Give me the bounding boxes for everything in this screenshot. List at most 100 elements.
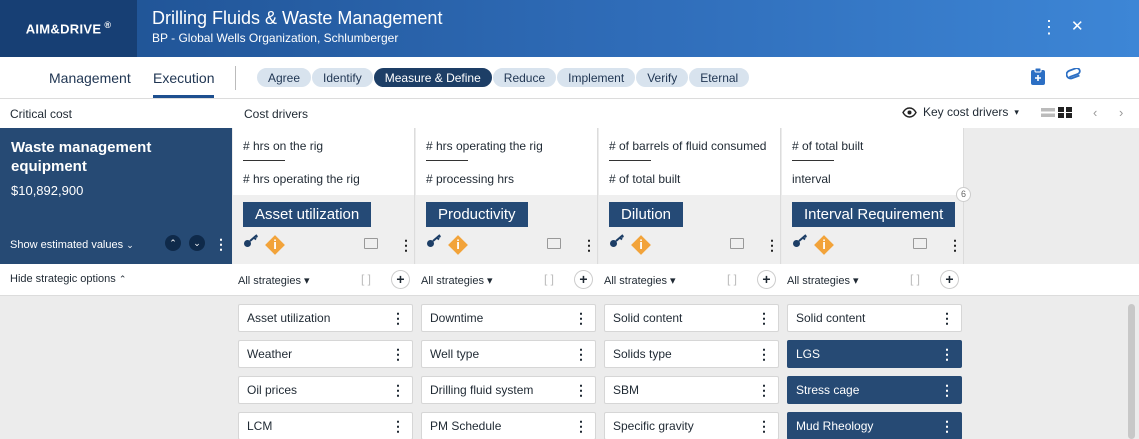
chevron-left-icon[interactable]: ‹ — [1093, 105, 1097, 120]
strategic-option-card[interactable]: Solid content ⋮ — [604, 304, 779, 332]
tab-execution[interactable]: Execution — [153, 70, 215, 98]
driver-name-label[interactable]: Asset utilization — [243, 202, 372, 227]
more-vertical-icon[interactable]: ⋮ — [214, 237, 228, 251]
info-icon[interactable]: i — [265, 235, 285, 255]
strategic-option-card[interactable]: Well type ⋮ — [421, 340, 596, 368]
strategic-option-card[interactable]: Weather ⋮ — [238, 340, 413, 368]
more-vertical-icon[interactable]: ⋮ — [940, 305, 954, 331]
close-icon[interactable]: ✕ — [1071, 16, 1084, 38]
stage-identify[interactable]: Identify — [311, 67, 374, 88]
more-vertical-icon[interactable]: ⋮ — [574, 413, 588, 439]
chevron-up-icon[interactable]: ⌃ — [165, 235, 181, 251]
add-option-button[interactable]: + — [575, 271, 592, 288]
cost-driver-card[interactable]: # hrs operating the rig # processing hrs P… — [416, 128, 598, 264]
all-strategies-dropdown[interactable]: All strategies ▾ — [238, 274, 310, 287]
info-icon[interactable]: i — [448, 235, 468, 255]
show-estimated-values-toggle[interactable]: Show estimated values ⌄ — [10, 239, 134, 251]
grid-view-icon[interactable] — [1058, 107, 1072, 118]
cost-driver-card[interactable]: # of barrels of fluid consumed # of total… — [599, 128, 781, 264]
more-vertical-icon[interactable]: ⋮ — [582, 238, 596, 252]
info-icon[interactable]: i — [814, 235, 834, 255]
strategic-option-card[interactable]: PM Schedule ⋮ — [421, 412, 596, 439]
stage-agree[interactable]: Agree — [256, 67, 313, 88]
strategic-option-card[interactable]: Solids type ⋮ — [604, 340, 779, 368]
list-view-icon[interactable] — [1041, 107, 1055, 118]
hidden-drivers-count-badge[interactable]: 6 — [956, 187, 971, 202]
more-vertical-icon[interactable]: ⋮ — [391, 377, 405, 403]
strategic-option-card[interactable]: LCM ⋮ — [238, 412, 413, 439]
strategic-option-card[interactable]: Drilling fluid system ⋮ — [421, 376, 596, 404]
chevron-right-icon[interactable]: › — [1119, 105, 1123, 120]
strategic-option-card[interactable]: SBM ⋮ — [604, 376, 779, 404]
more-vertical-icon[interactable]: ⋮ — [757, 305, 771, 331]
critical-cost-card[interactable]: Waste management equipment $10,892,900 S… — [0, 128, 232, 264]
more-vertical-icon[interactable]: ⋮ — [391, 305, 405, 331]
driver-name-label[interactable]: Dilution — [609, 202, 684, 227]
more-vertical-icon[interactable]: ⋮ — [940, 377, 954, 403]
tab-management[interactable]: Management — [49, 70, 131, 86]
more-vertical-icon[interactable]: ⋮ — [940, 413, 954, 439]
more-vertical-icon[interactable]: ⋮ — [948, 238, 962, 252]
driver-name-label[interactable]: Interval Requirement — [792, 202, 956, 227]
clipboard-icon[interactable] — [1030, 67, 1046, 91]
cost-drivers-label: Cost drivers — [244, 107, 309, 121]
vertical-scrollbar[interactable] — [1128, 304, 1135, 439]
stage-verify[interactable]: Verify — [635, 67, 690, 88]
driver-numerator: # hrs on the rig — [243, 139, 324, 153]
comment-icon[interactable] — [547, 238, 561, 249]
cost-driver-card[interactable]: # hrs on the rig # hrs operating the rig A… — [233, 128, 415, 264]
more-vertical-icon[interactable]: ⋮ — [399, 238, 413, 252]
more-vertical-icon[interactable]: ⋮ — [765, 238, 779, 252]
key-icon[interactable] — [792, 234, 808, 251]
more-vertical-icon[interactable]: ⋮ — [940, 341, 954, 367]
strategic-option-card[interactable]: Stress cage ⋮ — [787, 376, 962, 404]
all-strategies-dropdown[interactable]: All strategies ▾ — [604, 274, 676, 287]
stage-implement[interactable]: Implement — [556, 67, 637, 88]
expand-icon[interactable]: [ ] — [361, 272, 371, 286]
comment-icon[interactable] — [913, 238, 927, 249]
chevron-down-icon[interactable]: ⌄ — [189, 235, 205, 251]
stage-reduce[interactable]: Reduce — [491, 67, 558, 88]
strategic-option-card[interactable]: Mud Rheology ⋮ — [787, 412, 962, 439]
add-option-button[interactable]: + — [941, 271, 958, 288]
cost-driver-card[interactable]: # of total built interval Interval Require… — [782, 128, 964, 264]
more-vertical-icon[interactable]: ⋮ — [757, 413, 771, 439]
strategic-option-card[interactable]: LGS ⋮ — [787, 340, 962, 368]
key-icon[interactable] — [243, 234, 259, 251]
fraction-line — [426, 160, 468, 161]
comment-icon[interactable] — [364, 238, 378, 249]
expand-icon[interactable]: [ ] — [727, 272, 737, 286]
strategic-option-card[interactable]: Specific gravity ⋮ — [604, 412, 779, 439]
add-option-button[interactable]: + — [392, 271, 409, 288]
stage-measure-define[interactable]: Measure & Define — [372, 67, 493, 88]
fraction-line — [243, 160, 285, 161]
more-vertical-icon[interactable]: ⋮ — [757, 377, 771, 403]
all-strategies-dropdown[interactable]: All strategies ▾ — [787, 274, 859, 287]
strategic-option-card[interactable]: Asset utilization ⋮ — [238, 304, 413, 332]
driver-denominator: # processing hrs — [426, 172, 515, 186]
more-vertical-icon[interactable]: ⋮ — [1040, 16, 1058, 38]
all-strategies-dropdown[interactable]: All strategies ▾ — [421, 274, 493, 287]
comment-icon[interactable] — [730, 238, 744, 249]
strategic-option-card[interactable]: Oil prices ⋮ — [238, 376, 413, 404]
more-vertical-icon[interactable]: ⋮ — [574, 341, 588, 367]
key-icon[interactable] — [609, 234, 625, 251]
driver-name-label[interactable]: Productivity — [426, 202, 528, 227]
more-vertical-icon[interactable]: ⋮ — [574, 305, 588, 331]
attachment-icon[interactable] — [1065, 67, 1084, 87]
hide-strategic-options-toggle[interactable]: Hide strategic options ⌃ — [10, 273, 126, 285]
expand-icon[interactable]: [ ] — [544, 272, 554, 286]
logo-box[interactable]: AIM&DRIVE ® — [0, 0, 137, 57]
strategic-option-card[interactable]: Downtime ⋮ — [421, 304, 596, 332]
add-option-button[interactable]: + — [758, 271, 775, 288]
more-vertical-icon[interactable]: ⋮ — [391, 341, 405, 367]
key-icon[interactable] — [426, 234, 442, 251]
stage-eternal[interactable]: Eternal — [688, 67, 751, 88]
key-cost-drivers-toggle[interactable]: Key cost drivers ▾ — [902, 105, 1019, 119]
info-icon[interactable]: i — [631, 235, 651, 255]
expand-icon[interactable]: [ ] — [910, 272, 920, 286]
more-vertical-icon[interactable]: ⋮ — [391, 413, 405, 439]
strategic-option-card[interactable]: Solid content ⋮ — [787, 304, 962, 332]
more-vertical-icon[interactable]: ⋮ — [574, 377, 588, 403]
more-vertical-icon[interactable]: ⋮ — [757, 341, 771, 367]
